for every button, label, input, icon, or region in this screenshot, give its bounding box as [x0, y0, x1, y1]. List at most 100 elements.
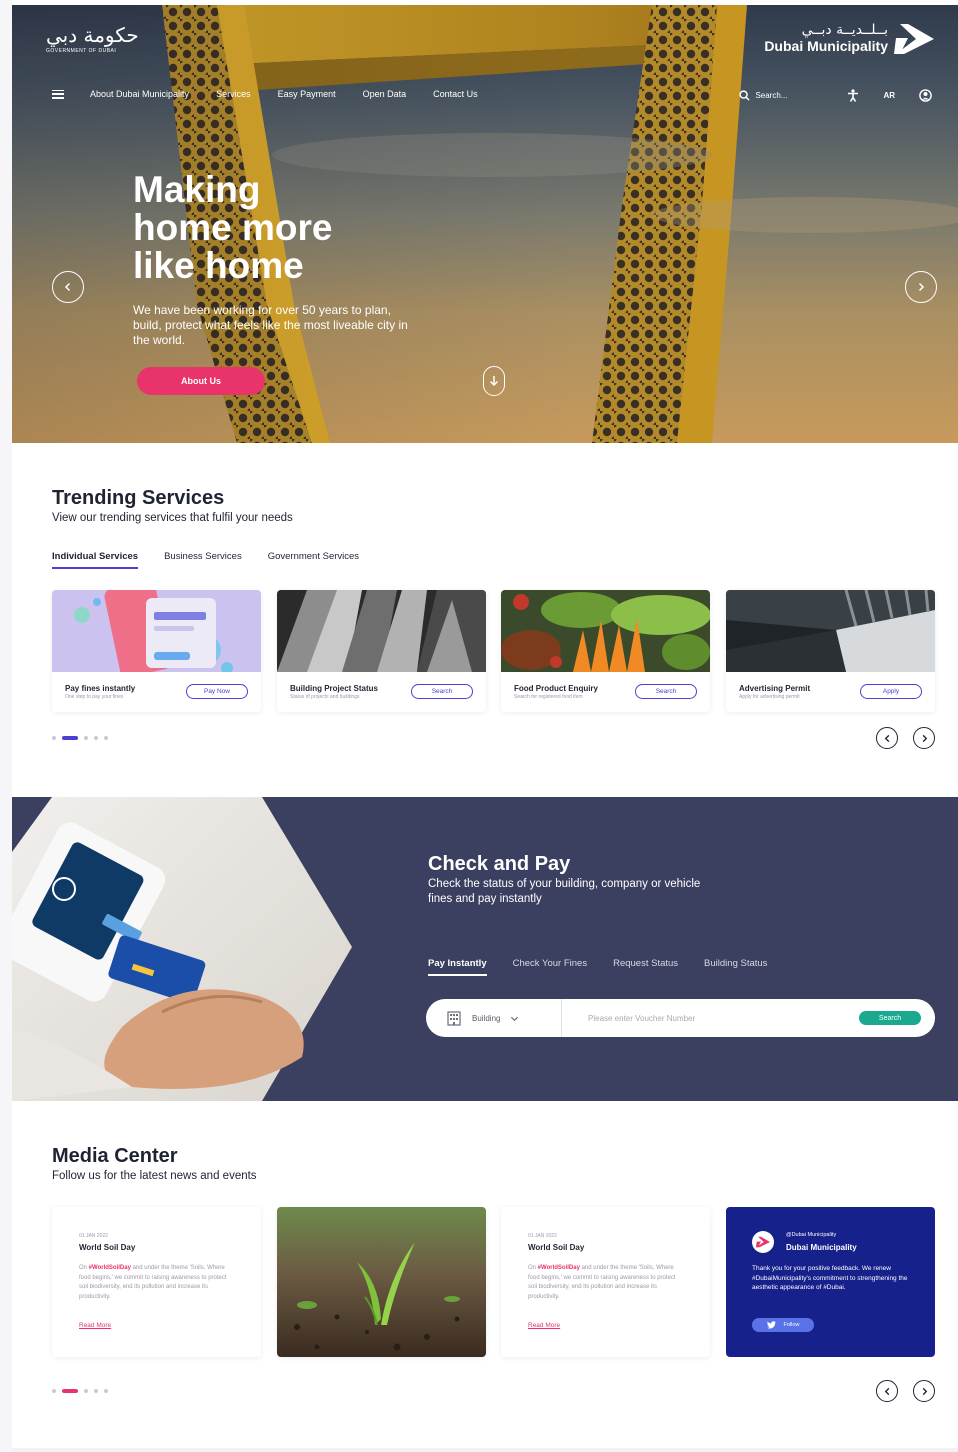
pagination-dot[interactable]	[84, 1389, 88, 1393]
news-card[interactable]: 01 JAN 2022 World Soil Day On #WorldSoil…	[52, 1207, 261, 1357]
voucher-search-button[interactable]: Search	[859, 1011, 921, 1025]
voucher-number-input[interactable]	[562, 1013, 859, 1023]
pagination-dot[interactable]	[62, 736, 78, 740]
gov-logo-arabic: حكومة دبي	[46, 23, 139, 47]
nav-open-data[interactable]: Open Data	[363, 89, 407, 99]
pagination-dot[interactable]	[94, 736, 98, 740]
accessibility-icon[interactable]	[847, 89, 859, 102]
hero-prev-button[interactable]	[52, 271, 84, 303]
trending-title: Trending Services	[52, 487, 225, 509]
tab-individual-services[interactable]: Individual Services	[52, 551, 139, 569]
service-description: Search for registered food item	[514, 694, 583, 700]
pagination-dot[interactable]	[94, 1389, 98, 1393]
apply-button[interactable]: Apply	[860, 684, 922, 699]
government-of-dubai-logo[interactable]: حكومة دبي GOVERNMENT OF DUBAI	[46, 23, 139, 54]
pay-now-button[interactable]: Pay Now	[186, 684, 248, 699]
nav-easy-payment[interactable]: Easy Payment	[278, 89, 336, 99]
building-project-thumbnail	[277, 590, 486, 672]
service-card[interactable]: Pay fines instantly One step to pay your…	[52, 590, 261, 712]
about-us-button[interactable]: About Us	[137, 367, 265, 395]
nav-contact-us[interactable]: Contact Us	[433, 89, 478, 99]
page-left-gutter	[0, 0, 12, 1452]
pagination-dot[interactable]	[62, 1389, 78, 1393]
check-and-pay-tabs: Pay Instantly Check Your Fines Request S…	[428, 958, 793, 976]
news-body: On #WorldSoilDay and under the theme 'So…	[528, 1264, 686, 1302]
service-card[interactable]: Advertising Permit Apply for advertising…	[726, 590, 935, 712]
news-card[interactable]: 01 JAN 2022 World Soil Day On #WorldSoil…	[501, 1207, 710, 1357]
dm-logo-text: بــلــديــة دبــي Dubai Municipality	[764, 22, 888, 55]
header-search	[739, 90, 796, 101]
media-prev-button[interactable]	[876, 1380, 898, 1402]
service-name: Advertising Permit	[739, 684, 811, 693]
search-button[interactable]: Search	[411, 684, 473, 699]
hero-description: We have been working for over 50 years t…	[133, 303, 408, 347]
tweet-handle: @Dubai Municipality	[786, 1232, 837, 1238]
category-select[interactable]: Building	[426, 999, 562, 1037]
pagination-dot[interactable]	[52, 736, 56, 740]
chevron-left-icon	[884, 734, 889, 742]
search-input[interactable]	[755, 91, 796, 100]
twitter-follow-button[interactable]: Follow	[752, 1318, 814, 1332]
tab-request-status[interactable]: Request Status	[613, 958, 678, 976]
tab-government-services[interactable]: Government Services	[268, 551, 359, 569]
media-next-button[interactable]	[913, 1380, 935, 1402]
media-pagination	[52, 1389, 108, 1393]
main-nav: About Dubai Municipality Services Easy P…	[52, 89, 505, 99]
pagination-dot[interactable]	[84, 736, 88, 740]
dm-chevron-logo-icon	[894, 23, 934, 54]
news-hashtag[interactable]: #WorldSoilDay	[538, 1265, 580, 1271]
hero-next-button[interactable]	[905, 271, 937, 303]
hamburger-menu-icon[interactable]	[52, 89, 64, 99]
news-title: World Soil Day	[79, 1243, 136, 1252]
tweet-body: Thank you for your positive feedback. We…	[752, 1265, 908, 1291]
media-center-title: Media Center	[52, 1145, 178, 1167]
language-toggle[interactable]: AR	[883, 91, 895, 100]
tab-business-services[interactable]: Business Services	[164, 551, 242, 569]
read-more-link[interactable]: Read More	[79, 1322, 111, 1329]
service-description: Status of projects and buildings	[290, 694, 360, 700]
dm-logo-arabic: بــلــديــة دبــي	[801, 22, 888, 38]
service-name: Building Project Status	[290, 684, 379, 693]
pagination-dot[interactable]	[104, 736, 108, 740]
service-card[interactable]: Building Project Status Status of projec…	[277, 590, 486, 712]
seedling-photo	[277, 1207, 486, 1357]
read-more-link[interactable]: Read More	[528, 1322, 560, 1329]
chevron-right-icon	[922, 1387, 927, 1395]
gov-logo-subtitle: GOVERNMENT OF DUBAI	[46, 48, 117, 54]
trending-prev-button[interactable]	[876, 727, 898, 749]
twitter-bird-icon	[766, 1321, 776, 1329]
tab-check-your-fines[interactable]: Check Your Fines	[513, 958, 587, 976]
pagination-dot[interactable]	[104, 1389, 108, 1393]
search-button[interactable]: Search	[635, 684, 697, 699]
dm-chevron-logo-icon	[756, 1236, 770, 1248]
chevron-down-icon	[511, 1016, 519, 1021]
follow-label: Follow	[783, 1322, 800, 1328]
news-body-text: On	[79, 1265, 89, 1271]
twitter-card[interactable]: @Dubai Municipality Dubai Municipality T…	[726, 1207, 935, 1357]
check-and-pay-subtitle: Check the status of your building, compa…	[428, 878, 701, 905]
pagination-dot[interactable]	[52, 1389, 56, 1393]
chevron-left-icon	[884, 1387, 889, 1395]
service-card[interactable]: Food Product Enquiry Search for register…	[501, 590, 710, 712]
scroll-down-button[interactable]	[483, 366, 505, 396]
dubai-municipality-logo[interactable]: بــلــديــة دبــي Dubai Municipality	[764, 23, 934, 54]
hero-title: Making home more like home	[133, 171, 433, 285]
avatar	[752, 1231, 774, 1253]
trending-next-button[interactable]	[913, 727, 935, 749]
search-icon[interactable]	[739, 90, 751, 101]
news-image-card[interactable]	[277, 1207, 486, 1357]
tab-pay-instantly[interactable]: Pay Instantly	[428, 958, 487, 976]
chevron-left-icon	[64, 282, 71, 292]
tab-building-status[interactable]: Building Status	[704, 958, 767, 976]
nav-utilities: AR	[739, 89, 932, 102]
advertising-permit-thumbnail	[726, 590, 935, 672]
service-name: Food Product Enquiry	[514, 684, 598, 693]
nav-about[interactable]: About Dubai Municipality	[90, 89, 189, 99]
card-payment-photo	[12, 797, 352, 1101]
service-name: Pay fines instantly	[65, 684, 136, 693]
news-hashtag[interactable]: #WorldSoilDay	[89, 1265, 131, 1271]
nav-services[interactable]: Services	[216, 89, 251, 99]
hero-title-line: home more	[133, 207, 333, 248]
service-description: Apply for advertising permit	[739, 694, 800, 700]
user-account-icon[interactable]	[919, 89, 932, 102]
